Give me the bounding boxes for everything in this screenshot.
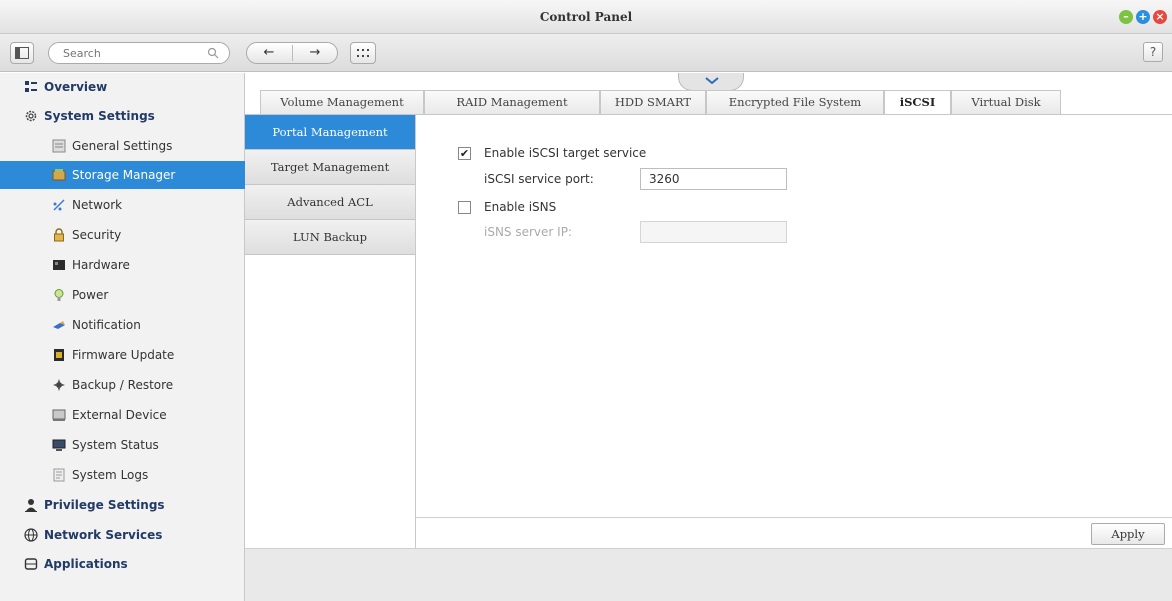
service-port-label: iSCSI service port: — [484, 172, 594, 186]
user-icon — [25, 499, 37, 512]
sidebar-item-system-logs[interactable]: System Logs — [0, 461, 245, 489]
maximize-icon[interactable]: + — [1136, 10, 1150, 24]
app-grid-button[interactable] — [350, 42, 376, 64]
sidebar-item-label: Network Services — [44, 528, 163, 542]
sidebar-item-overview[interactable]: Overview — [0, 73, 245, 101]
sidebar-item-backup-restore[interactable]: Backup / Restore — [0, 371, 245, 399]
logs-icon — [53, 468, 65, 482]
hardware-icon — [53, 260, 65, 270]
search-icon — [207, 47, 219, 59]
sidebar-toggle-button[interactable] — [10, 42, 34, 64]
sidebar-item-label: Power — [72, 288, 109, 302]
search-input[interactable] — [63, 46, 203, 61]
sidebar-item-power[interactable]: Power — [0, 281, 245, 309]
service-port-input[interactable] — [640, 168, 787, 190]
gear-icon — [25, 110, 37, 122]
subnav-target-management[interactable]: Target Management — [245, 150, 415, 185]
collapse-toggle[interactable] — [678, 73, 744, 91]
sidebar-item-label: System Settings — [44, 109, 155, 123]
network-icon — [53, 199, 65, 211]
enable-iscsi-checkbox[interactable]: ✔ — [458, 147, 471, 160]
sidebar-item-label: Security — [72, 228, 122, 242]
globe-icon — [24, 528, 38, 542]
tab-volume-management[interactable]: Volume Management — [260, 90, 424, 114]
toolbar: ← → ? — [0, 34, 1172, 72]
sidebar-item-applications[interactable]: Applications — [0, 550, 245, 578]
bottom-bar — [245, 548, 1172, 601]
sidebar: Overview System Settings General Setting… — [0, 73, 245, 601]
panel-icon — [15, 47, 29, 59]
portal-management-panel: ✔ Enable iSCSI target service iSCSI serv… — [416, 115, 1172, 517]
sidebar-item-label: Overview — [44, 80, 108, 94]
help-button[interactable]: ? — [1143, 42, 1163, 62]
monitor-icon — [52, 439, 66, 451]
enable-isns-checkbox[interactable] — [458, 201, 471, 214]
subnav-lun-backup[interactable]: LUN Backup — [245, 220, 415, 255]
sidebar-item-system-settings[interactable]: System Settings — [0, 102, 245, 130]
title-bar: Control Panel – + × — [0, 0, 1172, 34]
nav-divider — [292, 45, 293, 61]
sidebar-item-label: System Status — [72, 438, 159, 452]
iscsi-subnav: Portal Management Target Management Adva… — [245, 115, 416, 548]
isns-server-ip-label: iSNS server IP: — [484, 225, 572, 239]
sidebar-item-general-settings[interactable]: General Settings — [0, 132, 245, 160]
back-button[interactable]: ← — [249, 45, 289, 61]
sidebar-item-network[interactable]: Network — [0, 191, 245, 219]
window-title: Control Panel — [539, 10, 633, 24]
firmware-icon — [54, 349, 64, 361]
external-device-icon — [52, 409, 66, 421]
sidebar-item-label: Firmware Update — [72, 348, 175, 362]
sidebar-item-label: Network — [72, 198, 123, 212]
grid-icon — [357, 49, 369, 57]
lock-icon — [54, 228, 64, 242]
general-settings-icon — [52, 139, 66, 153]
sidebar-item-network-services[interactable]: Network Services — [0, 521, 245, 549]
forward-button[interactable]: → — [295, 45, 335, 61]
sidebar-item-hardware[interactable]: Hardware — [0, 251, 245, 279]
sidebar-item-label: System Logs — [72, 468, 149, 482]
enable-iscsi-label: Enable iSCSI target service — [484, 146, 647, 160]
sidebar-item-notification[interactable]: Notification — [0, 311, 245, 339]
tab-raid-management[interactable]: RAID Management — [424, 90, 600, 114]
search-field[interactable] — [48, 42, 230, 64]
minimize-icon[interactable]: – — [1119, 10, 1133, 24]
sidebar-item-label: Privilege Settings — [44, 498, 165, 512]
sidebar-item-storage-manager[interactable]: Storage Manager — [0, 161, 245, 189]
sidebar-item-label: Storage Manager — [72, 168, 176, 182]
sidebar-item-firmware-update[interactable]: Firmware Update — [0, 341, 245, 369]
tab-encrypted-file-system[interactable]: Encrypted File System — [706, 90, 884, 114]
storage-icon — [52, 169, 66, 181]
sidebar-item-label: General Settings — [72, 139, 173, 153]
chevron-down-icon — [705, 77, 719, 85]
sidebar-item-label: Notification — [72, 318, 141, 332]
subnav-advanced-acl[interactable]: Advanced ACL — [245, 185, 415, 220]
isns-server-ip-input — [640, 221, 787, 243]
sidebar-item-external-device[interactable]: External Device — [0, 401, 245, 429]
sidebar-item-privilege-settings[interactable]: Privilege Settings — [0, 491, 245, 519]
history-nav: ← → — [246, 42, 338, 64]
tab-hdd-smart[interactable]: HDD SMART — [600, 90, 706, 114]
enable-isns-label: Enable iSNS — [484, 200, 557, 214]
sidebar-item-label: Hardware — [72, 258, 130, 272]
sidebar-item-system-status[interactable]: System Status — [0, 431, 245, 459]
sidebar-item-label: Applications — [44, 557, 128, 571]
power-icon — [54, 289, 64, 301]
notification-icon — [53, 321, 65, 329]
tab-virtual-disk[interactable]: Virtual Disk — [951, 90, 1061, 114]
tab-iscsi[interactable]: iSCSI — [884, 90, 951, 114]
applications-icon — [24, 558, 38, 570]
overview-icon — [25, 81, 37, 92]
close-icon[interactable]: × — [1153, 10, 1167, 24]
subnav-portal-management[interactable]: Portal Management — [245, 115, 415, 150]
action-bar: Apply — [416, 517, 1172, 548]
apply-button[interactable]: Apply — [1091, 523, 1165, 545]
backup-icon — [53, 379, 65, 391]
sidebar-item-label: External Device — [72, 408, 167, 422]
sidebar-item-security[interactable]: Security — [0, 221, 245, 249]
sidebar-item-label: Backup / Restore — [72, 378, 174, 392]
